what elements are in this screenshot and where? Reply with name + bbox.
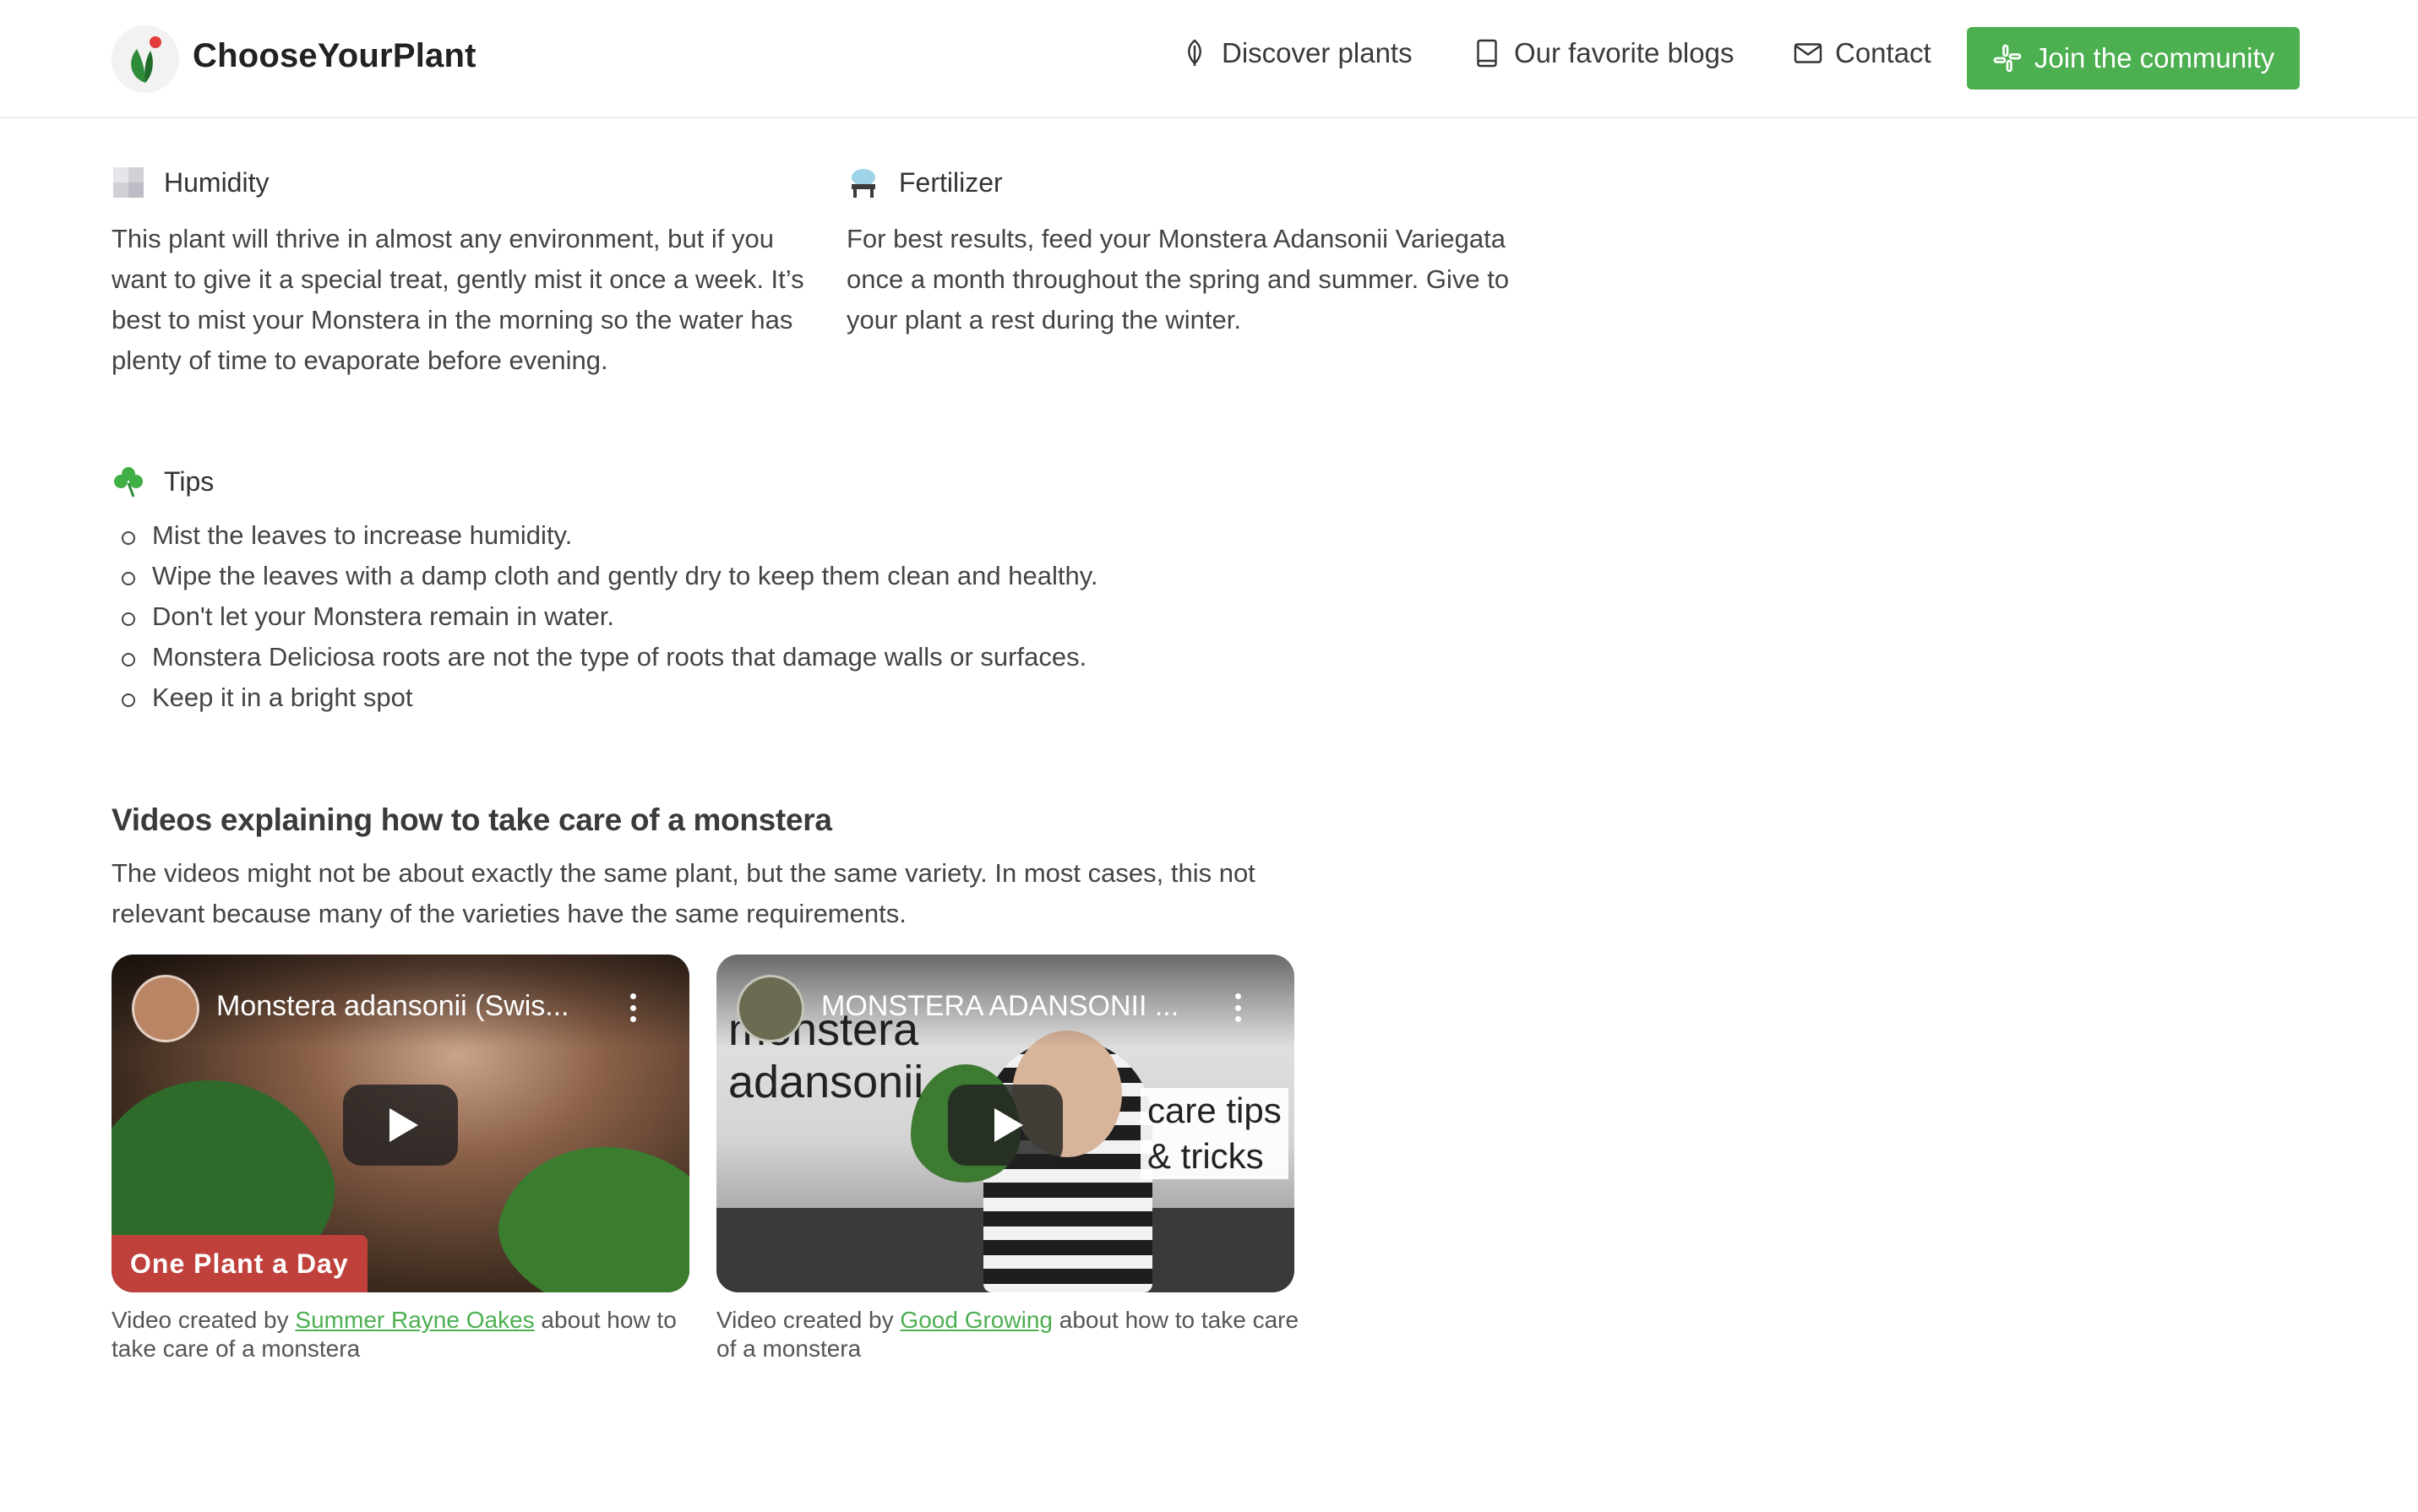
slack-icon — [1993, 44, 2022, 73]
list-item: Wipe the leaves with a damp cloth and ge… — [112, 556, 1098, 596]
clover-icon — [112, 465, 145, 498]
video-caption-2: Video created by Good Growing about how … — [716, 1306, 1299, 1363]
caption-prefix: Video created by — [112, 1307, 296, 1333]
plant-logo-icon[interactable] — [112, 25, 179, 93]
overlay-line: & tricks — [1147, 1136, 1264, 1176]
channel-avatar[interactable] — [737, 975, 804, 1042]
overlay-line: adansonii — [728, 1057, 924, 1107]
author-link[interactable]: Summer Rayne Oakes — [295, 1307, 534, 1333]
caption-prefix: Video created by — [716, 1307, 901, 1333]
video-badge: One Plant a Day — [112, 1235, 368, 1292]
humidity-icon — [112, 166, 145, 199]
play-button[interactable] — [948, 1085, 1063, 1166]
video-caption-1: Video created by Summer Rayne Oakes abou… — [112, 1306, 694, 1363]
site-header: ChooseYourPlant Discover plants Our favo… — [0, 0, 2418, 118]
nav-favorite-blogs[interactable]: Our favorite blogs — [1472, 37, 1734, 69]
list-item: Mist the leaves to increase humidity. — [112, 515, 1098, 556]
list-item: Don't let your Monstera remain in water. — [112, 596, 1098, 637]
humidity-heading: Humidity — [112, 166, 269, 199]
leaf-image — [482, 1121, 689, 1292]
tips-title: Tips — [164, 465, 215, 497]
overlay-line: care tips — [1147, 1090, 1282, 1130]
play-button[interactable] — [343, 1085, 458, 1166]
nav-contact-label: Contact — [1835, 37, 1931, 68]
video-title[interactable]: Monstera adansonii (Swis... — [216, 990, 613, 1023]
fertilizer-heading: Fertilizer — [847, 166, 1003, 199]
join-community-button[interactable]: Join the community — [1967, 27, 2300, 90]
join-community-label: Join the community — [2034, 42, 2275, 73]
list-item: Keep it in a bright spot — [112, 677, 1098, 718]
leaf-icon — [1188, 39, 1201, 66]
more-options-icon[interactable] — [629, 993, 637, 1022]
nav-contact[interactable]: Contact — [1793, 37, 1931, 69]
list-item: Monstera Deliciosa roots are not the typ… — [112, 637, 1098, 677]
humidity-text: This plant will thrive in almost any env… — [112, 224, 804, 375]
mail-icon — [1794, 43, 1822, 63]
humidity-title: Humidity — [164, 166, 270, 198]
video-overlay-text-right: care tips & tricks — [1141, 1088, 1288, 1179]
fertilizer-text: For best results, feed your Monstera Ada… — [847, 224, 1510, 334]
videos-section-title: Videos explaining how to take care of a … — [112, 802, 832, 837]
brand-name[interactable]: ChooseYourPlant — [193, 37, 477, 75]
video-player-2[interactable]: monstera adansonii care tips & tricks MO… — [716, 955, 1294, 1292]
more-options-icon[interactable] — [1234, 993, 1242, 1022]
tips-heading: Tips — [112, 465, 214, 498]
nav-discover-plants[interactable]: Discover plants — [1179, 37, 1413, 69]
video-player-1[interactable]: Monstera adansonii (Swis... One Plant a … — [112, 955, 689, 1292]
video-title[interactable]: MONSTERA ADANSONII ... — [821, 990, 1218, 1023]
author-link[interactable]: Good Growing — [900, 1307, 1053, 1333]
tips-list: Mist the leaves to increase humidity. Wi… — [112, 515, 1098, 718]
nav-discover-label: Discover plants — [1222, 37, 1413, 68]
videos-section-subtitle: The videos might not be about exactly th… — [112, 858, 1255, 928]
fertilizer-title: Fertilizer — [899, 166, 1003, 198]
channel-avatar[interactable] — [132, 975, 199, 1042]
book-icon — [1477, 39, 1497, 68]
fertilizer-icon — [847, 166, 880, 199]
nav-blogs-label: Our favorite blogs — [1514, 37, 1735, 68]
